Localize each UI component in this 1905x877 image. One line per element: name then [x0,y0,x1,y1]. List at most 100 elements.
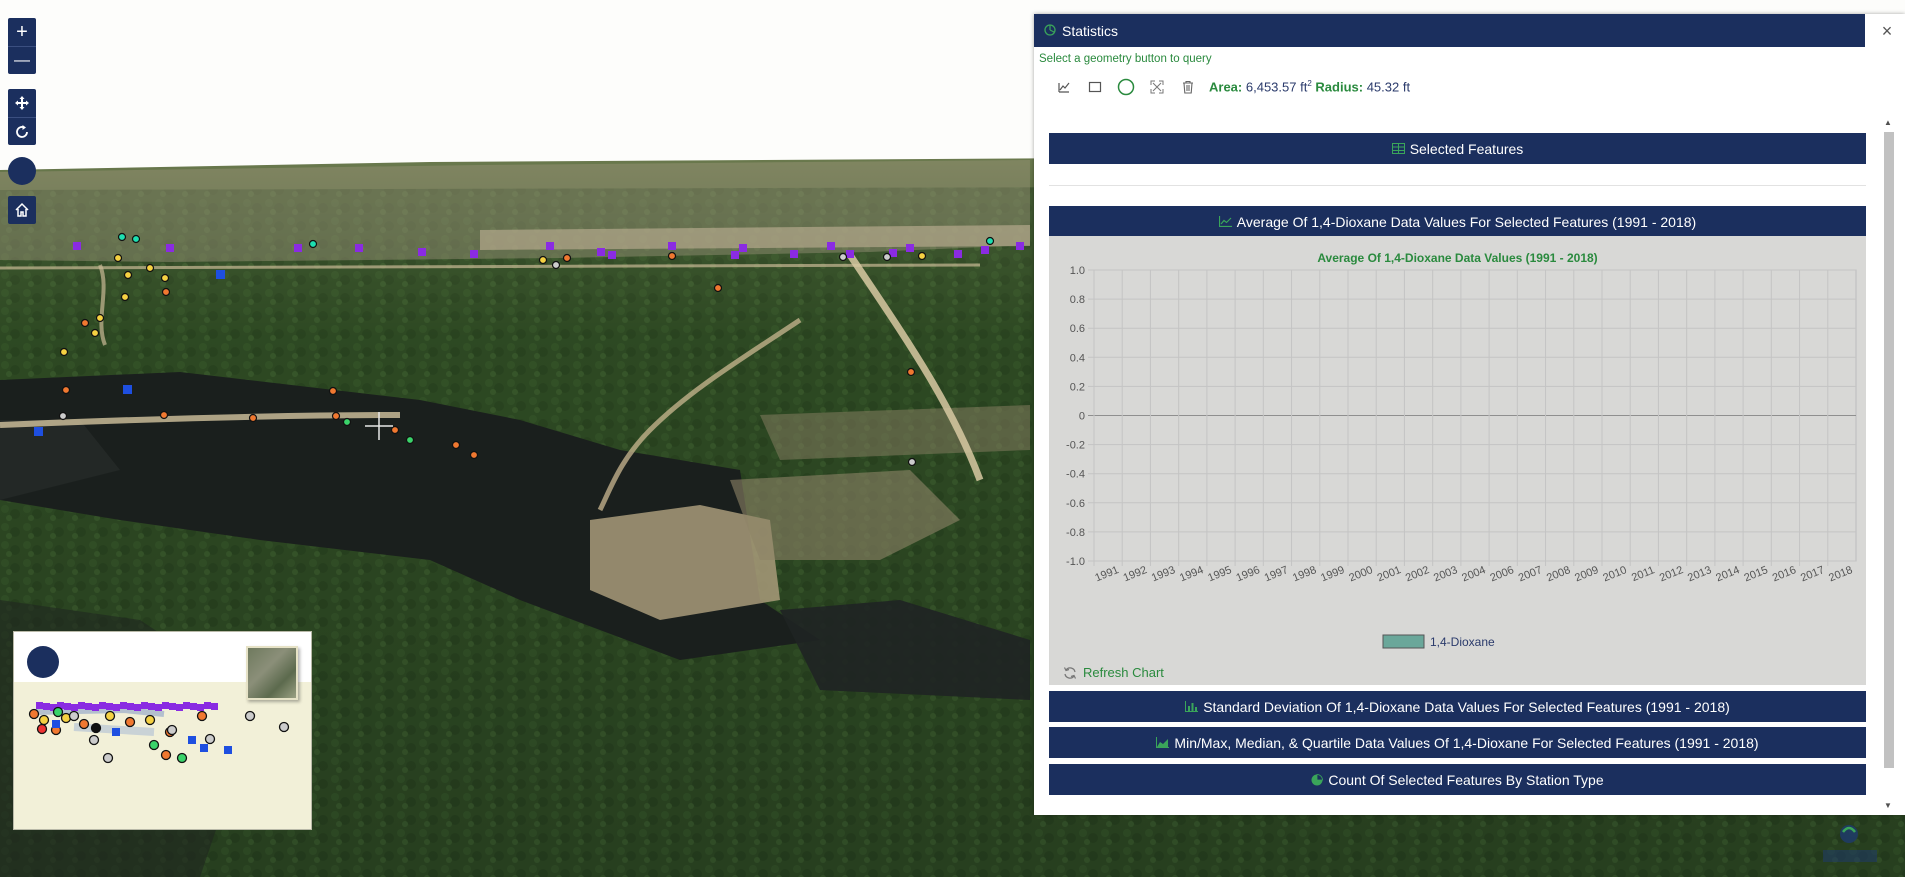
station-marker[interactable] [562,253,572,263]
station-marker[interactable] [145,263,155,273]
radius-label: Radius: [1315,79,1364,95]
station-marker[interactable] [418,248,426,256]
overview-station-marker [36,723,48,735]
station-marker[interactable] [1016,242,1024,250]
station-marker[interactable] [131,234,141,244]
navigation-controls [8,89,36,145]
station-marker[interactable] [331,411,341,421]
section-minmax[interactable]: Min/Max, Median, & Quartile Data Values … [1049,727,1866,758]
draw-rectangle-button[interactable] [1079,76,1110,98]
station-marker[interactable] [827,242,835,250]
station-marker[interactable] [113,253,123,263]
section-divider [1049,185,1866,186]
station-marker[interactable] [390,425,400,435]
station-marker[interactable] [161,287,171,297]
station-marker[interactable] [160,273,170,283]
station-marker[interactable] [248,413,258,423]
x-tick-label: 1998 [1291,564,1318,584]
x-tick-label: 1995 [1206,564,1233,584]
station-marker[interactable] [538,255,548,265]
draw-polyline-button[interactable] [1048,76,1079,98]
station-marker[interactable] [159,410,169,420]
overview-station-marker [102,752,114,764]
station-marker[interactable] [846,250,854,258]
scroll-up-icon[interactable]: ▲ [1884,118,1892,127]
section-average[interactable]: Average Of 1,4-Dioxane Data Values For S… [1049,206,1866,237]
station-marker[interactable] [470,250,478,258]
y-tick-label: -0.4 [1066,469,1085,481]
close-button[interactable]: × [1876,20,1898,42]
station-marker[interactable] [328,386,338,396]
overview-station-marker [166,724,178,736]
home-button[interactable] [8,196,36,224]
scroll-thumb[interactable] [1884,132,1894,768]
station-marker[interactable] [123,270,133,280]
station-marker[interactable] [355,244,363,252]
draw-circle-button[interactable] [1110,76,1141,98]
station-marker[interactable] [907,457,917,467]
station-marker[interactable] [917,251,927,261]
legend-swatch [1382,634,1425,649]
zoom-out-button[interactable]: — [8,46,36,74]
pan-button[interactable] [8,89,36,117]
station-marker[interactable] [123,385,132,394]
station-marker[interactable] [80,318,90,328]
station-marker[interactable] [739,244,747,252]
station-marker[interactable] [713,283,723,293]
station-marker[interactable] [546,242,554,250]
station-marker[interactable] [308,239,318,249]
overview-map[interactable] [13,631,312,830]
station-marker[interactable] [469,450,479,460]
overview-station-marker [28,708,40,720]
station-marker[interactable] [59,347,69,357]
overview-markers [28,702,290,764]
line-chart-icon [1218,216,1232,227]
station-marker[interactable] [731,251,739,259]
station-marker[interactable] [790,250,798,258]
station-marker[interactable] [34,427,43,436]
station-marker[interactable] [95,313,105,323]
overview-station-marker [197,704,204,711]
station-marker[interactable] [120,292,130,302]
extent-button[interactable] [1141,76,1172,98]
x-tick-label: 2001 [1376,564,1403,584]
station-marker[interactable] [985,236,995,246]
scroll-down-icon[interactable]: ▼ [1884,801,1892,810]
station-marker[interactable] [61,385,71,395]
station-marker[interactable] [342,417,352,427]
station-marker[interactable] [294,244,302,252]
station-marker[interactable] [906,367,916,377]
station-marker[interactable] [667,251,677,261]
zoom-in-button[interactable]: + [8,18,36,46]
station-marker[interactable] [668,242,676,250]
overview-station-marker [52,720,60,728]
station-marker[interactable] [906,244,914,252]
station-marker[interactable] [954,250,962,258]
station-marker[interactable] [551,260,561,270]
station-marker[interactable] [451,440,461,450]
section-label: Standard Deviation Of 1,4-Dioxane Data V… [1203,698,1730,715]
overview-station-marker [148,703,155,710]
section-stddev[interactable]: Standard Deviation Of 1,4-Dioxane Data V… [1049,691,1866,722]
station-marker[interactable] [117,232,127,242]
station-marker[interactable] [981,246,989,254]
refresh-chart-button[interactable]: Refresh Chart [1063,665,1164,680]
station-marker[interactable] [608,251,616,259]
section-count[interactable]: Count Of Selected Features By Station Ty… [1049,764,1866,795]
station-marker[interactable] [838,252,848,262]
station-marker[interactable] [73,242,81,250]
station-marker[interactable] [90,328,100,338]
rotate-button[interactable] [8,117,36,145]
clear-button[interactable] [1172,76,1203,98]
station-marker[interactable] [882,252,892,262]
panel-title: Statistics [1062,22,1119,39]
station-marker[interactable] [216,270,225,279]
section-selected-features[interactable]: Selected Features [1049,133,1866,164]
station-marker[interactable] [58,411,68,421]
station-marker[interactable] [597,248,605,256]
compass-icon [17,166,27,176]
station-marker[interactable] [405,435,415,445]
panel-scrollbar[interactable]: ▲ ▼ [1882,118,1895,812]
station-marker[interactable] [166,244,174,252]
compass-button[interactable] [8,157,36,185]
